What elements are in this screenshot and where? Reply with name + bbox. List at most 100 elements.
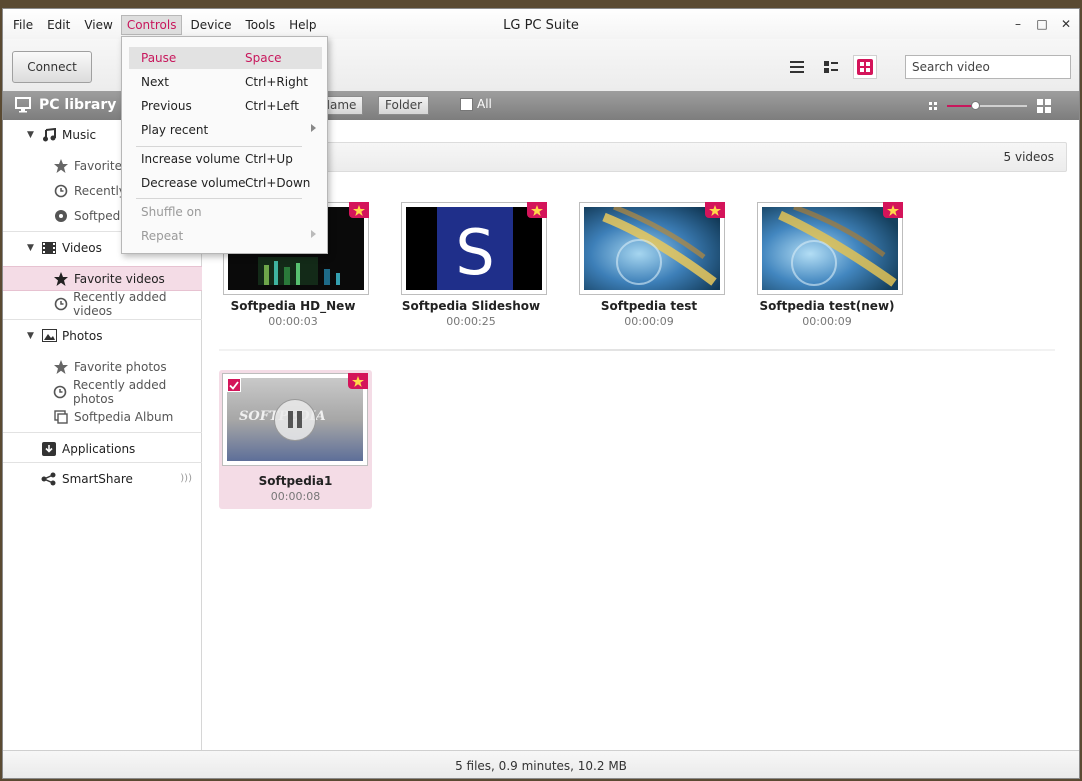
clock-icon (53, 384, 68, 400)
select-all-label: All (477, 97, 492, 111)
menu-item-play-recent[interactable]: Play recent (129, 119, 322, 141)
close-button[interactable]: ✕ (1059, 17, 1073, 31)
list-view-button[interactable] (785, 55, 809, 79)
favorite-star-icon[interactable] (883, 202, 903, 218)
large-thumbs-icon (1037, 99, 1051, 113)
menu-item-repeat: Repeat (129, 225, 322, 247)
pause-icon (288, 411, 293, 428)
thumbnail-size-slider[interactable] (929, 99, 1051, 113)
menu-item-increase-volume[interactable]: Increase volume Ctrl+Up (129, 148, 322, 170)
submenu-arrow-icon (311, 230, 316, 238)
row-divider (219, 349, 1055, 351)
search-input[interactable] (905, 55, 1071, 79)
thumbnail-image: S (406, 207, 542, 290)
music-note-icon (41, 127, 57, 143)
list-view-icon (790, 61, 804, 73)
detail-view-button[interactable] (819, 55, 843, 79)
menu-item-previous[interactable]: Previous Ctrl+Left (129, 95, 322, 117)
favorite-star-icon[interactable] (705, 202, 725, 218)
sidebar-label: Applications (62, 441, 136, 456)
sidebar-item-favorite-photos[interactable]: Favorite photos (3, 354, 202, 379)
video-card[interactable]: Softpedia test 00:00:09 (575, 198, 725, 330)
video-title: Softpedia Slideshow (401, 299, 541, 313)
video-thumbnail[interactable]: SOFTPEDIA (222, 373, 368, 466)
sidebar-label: Recently (74, 183, 126, 198)
video-grid-area: 5 videos Softpedia HD_New 00:00:03 S Sof… (203, 120, 1079, 750)
monitor-icon (15, 97, 31, 116)
menu-item-shuffle-on: Shuffle on (141, 205, 202, 219)
thumbnail-image (584, 207, 720, 290)
menu-item-next[interactable]: Next Ctrl+Right (129, 71, 322, 93)
menu-item-decrease-volume[interactable]: Decrease volume Ctrl+Down (129, 172, 322, 194)
sidebar-item-favorite-videos[interactable]: Favorite videos (3, 266, 202, 291)
video-title: Softpedia1 (258, 474, 333, 488)
sidebar-label: Softpedia Album (74, 409, 174, 424)
sidebar-label: Favorite photos (74, 359, 167, 374)
album-icon (53, 409, 69, 425)
detail-view-icon (824, 61, 838, 73)
collapse-caret-icon[interactable]: ▼ (27, 243, 37, 253)
sidebar-item-recent-videos[interactable]: Recently added videos (3, 289, 202, 318)
video-count: 5 videos (1003, 150, 1054, 164)
video-duration: 00:00:09 (802, 315, 852, 328)
slider-track[interactable] (947, 101, 1027, 110)
sidebar-item-photo-album[interactable]: Softpedia Album (3, 404, 202, 429)
sidebar-divider (3, 319, 202, 320)
select-all-checkbox[interactable]: All (460, 97, 492, 111)
film-icon (41, 240, 57, 256)
favorite-star-icon[interactable] (348, 373, 368, 389)
sidebar-item-recent-photos[interactable]: Recently added photos (3, 377, 202, 406)
sidebar-group-smartshare[interactable]: SmartShare ))) (3, 466, 202, 491)
grid-view-button[interactable] (853, 55, 877, 79)
sidebar-label: Favorite videos (74, 271, 165, 286)
sidebar-group-photos[interactable]: ▼ Photos (3, 323, 202, 348)
video-title: Softpedia HD_New (230, 299, 356, 313)
sidebar-label: Music (62, 127, 97, 142)
collapse-caret-icon[interactable]: ▼ (27, 331, 37, 341)
slider-knob[interactable] (971, 101, 981, 110)
minimize-button[interactable]: – (1011, 17, 1025, 31)
video-duration: 00:00:03 (268, 315, 318, 328)
sidebar-label: Recently added videos (73, 289, 167, 318)
maximize-button[interactable]: □ (1035, 17, 1049, 31)
video-title: Softpedia test(new) (759, 299, 895, 313)
grid-view-icon (857, 59, 873, 75)
menu-item-pause[interactable]: Pause Space (129, 47, 322, 69)
video-thumbnail[interactable] (579, 202, 725, 295)
small-thumbs-icon (929, 102, 937, 110)
connect-button[interactable]: Connect (12, 51, 92, 83)
wireless-signal-icon: ))) (180, 473, 192, 484)
share-network-icon (41, 471, 57, 487)
sidebar-label: Videos (62, 240, 102, 255)
window-title: LG PC Suite (503, 18, 579, 33)
selected-checkbox-icon[interactable] (227, 378, 241, 392)
controls-menu-dropdown: Pause Space Next Ctrl+Right Previous Ctr… (121, 36, 328, 254)
video-card[interactable]: S Softpedia Slideshow 00:00:25 (397, 198, 547, 330)
window-controls: – □ ✕ (1011, 17, 1073, 31)
sort-folder-button[interactable]: Folder (378, 96, 430, 115)
thumbnail-image (762, 207, 898, 290)
video-card[interactable]: Softpedia test(new) 00:00:09 (753, 198, 903, 330)
applications-icon (41, 441, 57, 457)
sidebar-label: Photos (62, 328, 103, 343)
video-thumbnail[interactable] (757, 202, 903, 295)
sidebar-label: SmartShare (62, 471, 133, 486)
pause-overlay-button[interactable] (274, 398, 316, 441)
title-bar: File Edit View Controls Device Tools Hel… (3, 9, 1079, 39)
video-duration: 00:00:09 (624, 315, 674, 328)
sidebar-group-applications[interactable]: Applications (3, 436, 202, 461)
favorite-star-icon[interactable] (527, 202, 547, 218)
sidebar-label: Recently added photos (72, 377, 167, 406)
video-title: Softpedia test (600, 299, 698, 313)
collapse-caret-icon[interactable]: ▼ (27, 130, 37, 140)
star-icon (53, 158, 69, 174)
favorite-star-icon[interactable] (349, 202, 369, 218)
sidebar-divider (3, 462, 202, 463)
pc-library-title: PC library (39, 97, 117, 113)
clock-icon (53, 296, 68, 312)
video-thumbnail[interactable]: S (401, 202, 547, 295)
star-icon (53, 271, 69, 287)
submenu-arrow-icon (311, 124, 316, 132)
video-card-selected[interactable]: SOFTPEDIA Softpedia1 00:00:08 (219, 370, 372, 509)
clock-icon (53, 183, 69, 199)
